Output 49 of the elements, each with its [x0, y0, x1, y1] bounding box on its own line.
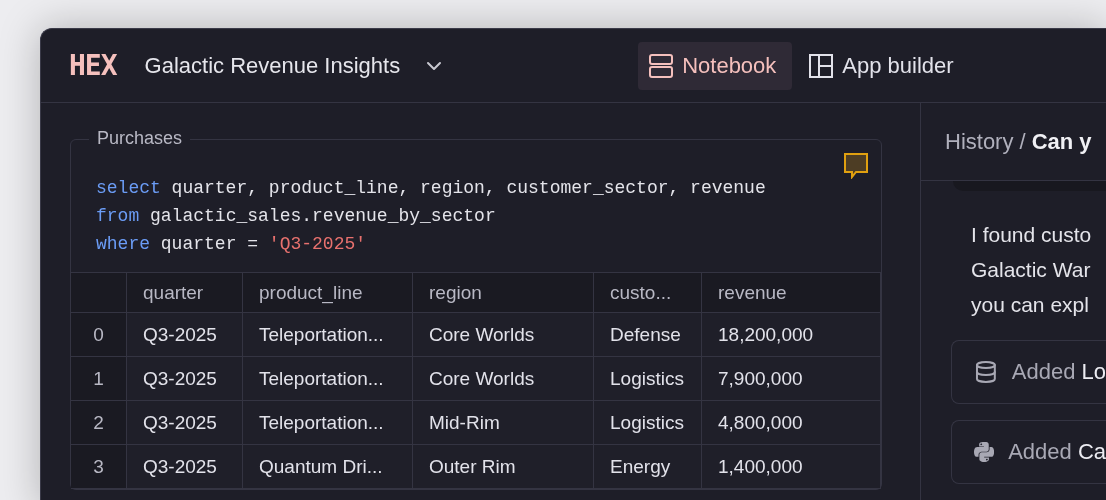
table-cell: Q3-2025	[127, 401, 243, 445]
code-line: from galactic_sales.revenue_by_sector	[96, 205, 497, 228]
table-cell: 18,200,000	[702, 313, 881, 357]
table-cell: Teleportation...	[243, 357, 413, 401]
table-cell: Q3-2025	[127, 313, 243, 357]
table-cell: 1,400,000	[702, 445, 881, 489]
column-header[interactable]: product_line	[243, 273, 413, 313]
table-cell: Q3-2025	[127, 357, 243, 401]
code-line: select quarter, product_line, region, customer_sector, revenue	[96, 177, 767, 200]
table-cell: Defense	[594, 313, 702, 357]
row-index: 0	[71, 313, 127, 357]
action-text: Added Lo	[1011, 359, 1106, 385]
column-header[interactable]: quarter	[127, 273, 243, 313]
row-index: 1	[71, 357, 127, 401]
view-tab[interactable]: Notebook	[638, 41, 793, 90]
comment-icon[interactable]	[844, 153, 868, 179]
table-cell: Mid-Rim	[413, 401, 594, 445]
code-line: where quarter = 'Q3-2025'	[96, 233, 368, 256]
row-index: 3	[71, 445, 127, 489]
column-header[interactable]: revenue	[702, 273, 881, 313]
action-card[interactable]: Added Ca	[951, 420, 1106, 484]
panels-icon	[648, 52, 675, 79]
column-header[interactable]: custo...	[594, 273, 702, 313]
table-cell: Teleportation...	[243, 313, 413, 357]
message-text: Galactic War	[971, 257, 1092, 283]
layout-icon	[808, 52, 835, 79]
message-text: I found custo	[971, 222, 1093, 248]
table-cell: Q3-2025	[127, 445, 243, 489]
breadcrumb-link[interactable]: History /	[945, 128, 1026, 155]
table-cell: Core Worlds	[413, 313, 594, 357]
table-cell: Logistics	[594, 357, 702, 401]
table-cell: 4,800,000	[702, 401, 881, 445]
action-text: Added Ca	[1008, 439, 1106, 465]
table-cell: Outer Rim	[413, 445, 594, 489]
table-cell: Energy	[594, 445, 702, 489]
logo[interactable]: HEX	[69, 49, 117, 82]
conversation-title: Can y	[1031, 128, 1092, 155]
project-title: Galactic Revenue Insights	[144, 52, 401, 79]
table-cell: Core Worlds	[413, 357, 594, 401]
row-index: 2	[71, 401, 127, 445]
view-tab[interactable]: App builder	[798, 41, 970, 90]
table-cell: Logistics	[594, 401, 702, 445]
message-text: you can expl	[971, 292, 1090, 318]
action-card[interactable]: Added Lo	[951, 340, 1106, 404]
database-icon	[974, 359, 998, 385]
column-header[interactable]: region	[413, 273, 594, 313]
table-cell: Teleportation...	[243, 401, 413, 445]
table-cell: 7,900,000	[702, 357, 881, 401]
table-cell: Quantum Dri...	[243, 445, 413, 489]
